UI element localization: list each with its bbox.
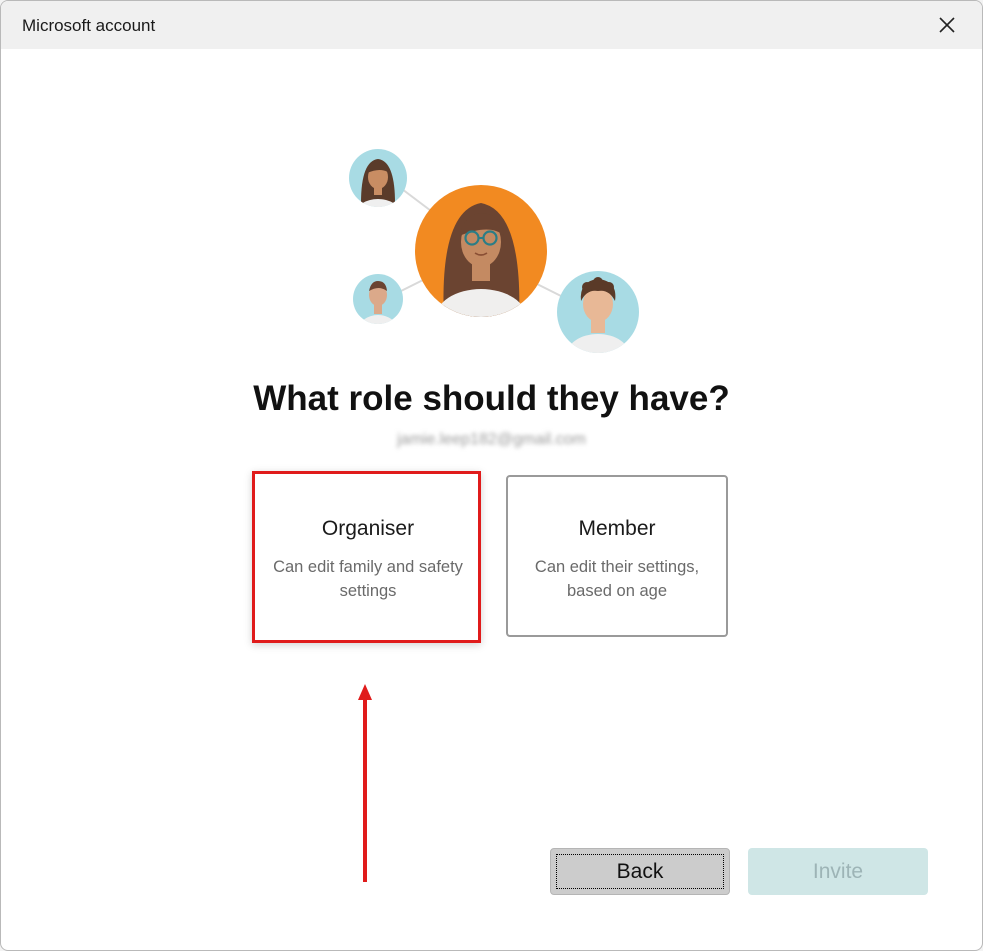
avatar-woman-large	[415, 185, 547, 317]
family-illustration	[349, 149, 639, 353]
dialog-window: Microsoft account What role should they …	[0, 0, 983, 951]
role-description: Can edit their settings, based on age	[534, 558, 700, 600]
window-title: Microsoft account	[22, 16, 156, 35]
annotation-arrow	[358, 684, 372, 882]
role-card-member[interactable]: Member Can edit their settings, based on…	[506, 475, 728, 637]
role-description: Can edit family and safety settings	[273, 558, 463, 600]
close-icon	[939, 17, 955, 33]
avatar-man	[557, 271, 639, 353]
invite-label: Invite	[812, 859, 864, 883]
role-card-organiser[interactable]: Organiser Can edit family and safety set…	[257, 475, 479, 637]
role-title: Member	[578, 517, 656, 540]
avatar-boy-small	[353, 274, 403, 324]
page-heading: What role should they have?	[253, 379, 730, 418]
account-email: jamie.leep182@gmail.com	[397, 431, 586, 448]
close-button[interactable]	[912, 1, 982, 49]
title-bar: Microsoft account	[1, 1, 982, 49]
avatar-woman-small	[349, 149, 407, 207]
focus-ring	[556, 854, 724, 889]
role-title: Organiser	[321, 517, 415, 540]
back-button[interactable]: Back	[550, 848, 730, 895]
invite-button[interactable]: Invite	[748, 848, 928, 895]
